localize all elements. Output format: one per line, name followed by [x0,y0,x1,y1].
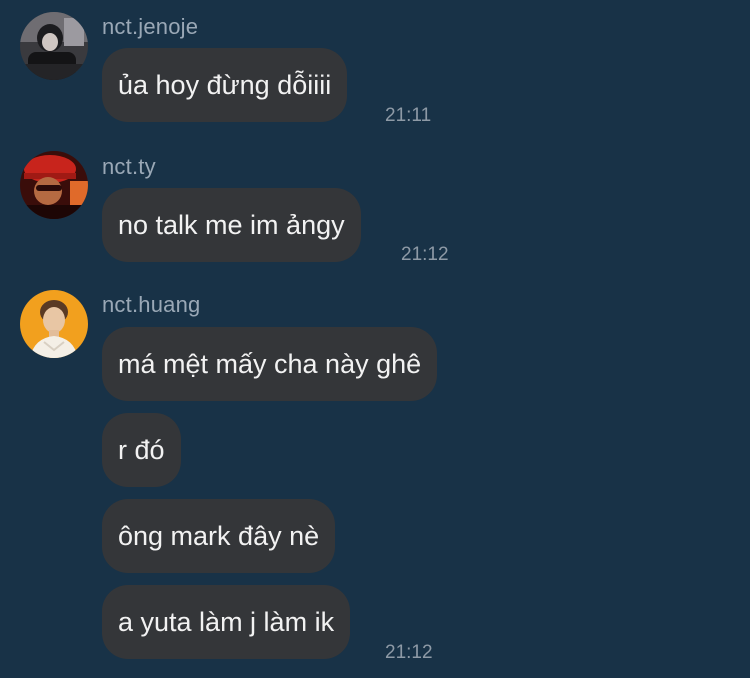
profile-photo-icon [20,290,88,358]
sender-name: nct.huang [102,292,201,317]
message-timestamp: 21:12 [401,244,449,265]
message-bubble[interactable]: r đó [102,413,181,487]
message-bubble[interactable]: má mệt mấy cha này ghê [102,327,438,401]
message-timestamp: 21:11 [385,105,432,126]
message-bubble[interactable]: ông mark đây nè [102,499,336,573]
message-timestamp: 21:12 [385,642,433,663]
avatar-ty[interactable] [20,151,88,219]
sender-name: nct.jenoje [102,14,199,39]
message-bubble[interactable]: a yuta làm j làm ik [102,585,351,659]
chat-thread: nct.jenoje ủa hoy đừng dỗiiii 21:11 nct.… [0,0,750,678]
avatar-huang[interactable] [20,290,88,358]
profile-photo-icon [20,12,88,80]
avatar-jenoje[interactable] [20,12,88,80]
sender-name: nct.ty [102,154,156,179]
profile-photo-icon [20,151,88,219]
message-bubble[interactable]: ủa hoy đừng dỗiiii [102,48,348,122]
message-bubble[interactable]: no talk me im ảngy [102,188,361,262]
